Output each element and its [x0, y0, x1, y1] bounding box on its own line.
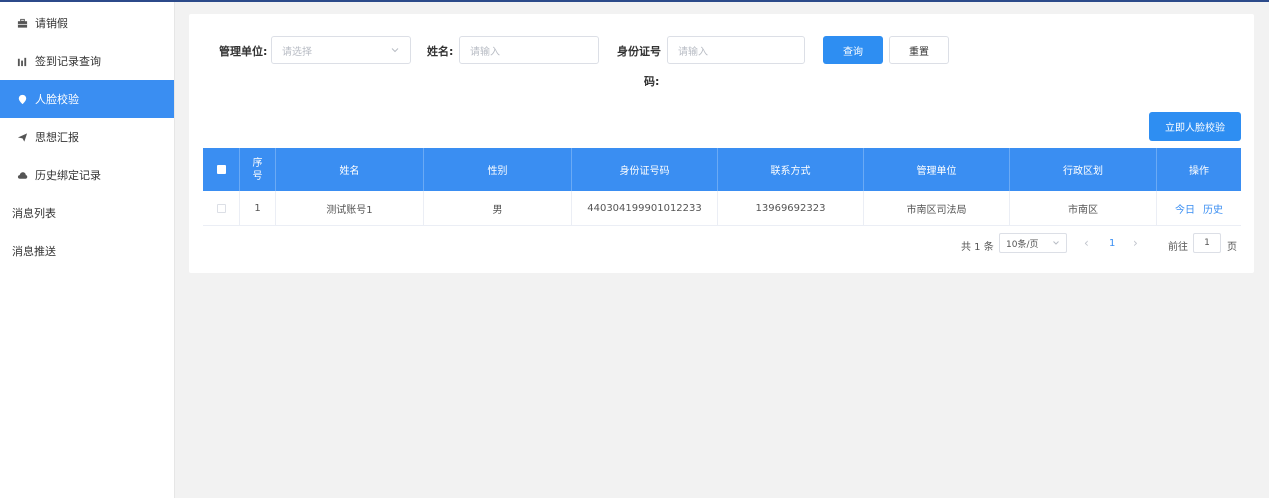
page-size-value: 10条/页 [1006, 239, 1039, 250]
face-verify-now-button[interactable]: 立即人脸校验 [1149, 112, 1241, 141]
checkbox-icon [216, 165, 226, 174]
goto-label: 前往 [1168, 242, 1188, 253]
briefcase-icon [16, 17, 28, 29]
page-suffix: 页 [1227, 242, 1237, 253]
sidebar: 请销假 签到记录查询 人脸校验 思想汇报 历史绑定记录 消息列表 消息推送 [0, 2, 175, 498]
sidebar-item-checkin-records[interactable]: 签到记录查询 [0, 42, 174, 80]
sidebar-item-label: 消息列表 [12, 207, 56, 220]
cell-district: 市南区 [1010, 191, 1157, 225]
next-page-button[interactable]: › [1133, 236, 1138, 250]
location-pin-icon [16, 93, 28, 105]
header-operation: 操作 [1189, 166, 1209, 177]
name-input[interactable]: 请输入 [459, 36, 599, 64]
cell-name: 测试账号1 [276, 191, 424, 225]
checkbox-icon [216, 203, 226, 213]
sidebar-item-label: 思想汇报 [35, 131, 79, 144]
today-link[interactable]: 今日 [1175, 201, 1195, 216]
unit-select-placeholder: 请选择 [282, 46, 312, 58]
cell-id-number: 440304199901012233 [572, 191, 718, 225]
header-unit: 管理单位 [864, 148, 1010, 191]
header-index-line2: 号 [252, 170, 263, 182]
header-contact: 联系方式 [718, 148, 864, 191]
sidebar-item-label: 签到记录查询 [35, 55, 101, 68]
goto-page-value: 1 [1204, 238, 1210, 248]
sidebar-item-message-push[interactable]: 消息推送 [0, 232, 174, 270]
header-id-number: 身份证号码 [572, 148, 718, 191]
pagination-total: 共 1 条 [961, 242, 994, 253]
goto-page-input[interactable]: 1 [1193, 233, 1221, 253]
sidebar-item-label: 历史绑定记录 [35, 169, 101, 182]
sidebar-item-label: 人脸校验 [35, 93, 79, 106]
sidebar-item-binding-history[interactable]: 历史绑定记录 [0, 156, 174, 194]
cell-operation: 今日 历史 [1157, 191, 1241, 225]
sidebar-item-label: 消息推送 [12, 245, 56, 258]
select-all-checkbox[interactable] [203, 148, 240, 191]
header-name: 姓名 [276, 148, 424, 191]
history-link[interactable]: 历史 [1203, 201, 1223, 216]
id-input-placeholder: 请输入 [678, 46, 708, 58]
table-header: 序 号 姓名 性别 身份证号码 联系方式 管理单位 行政区划 操作 [203, 148, 1241, 191]
name-input-placeholder: 请输入 [470, 46, 500, 58]
header-index: 序 号 [240, 148, 276, 191]
name-label: 姓名: [427, 45, 454, 58]
id-label-line2: 码: [644, 75, 660, 88]
sidebar-item-face-verify[interactable]: 人脸校验 [0, 80, 174, 118]
header-gender: 性别 [424, 148, 572, 191]
reset-button[interactable]: 重置 [889, 36, 949, 64]
app-root: 请销假 签到记录查询 人脸校验 思想汇报 历史绑定记录 消息列表 消息推送 管理… [0, 0, 1269, 498]
unit-label: 管理单位: [219, 45, 268, 58]
sidebar-item-label: 请销假 [35, 17, 68, 30]
cell-gender: 男 [424, 191, 572, 225]
page-number-current[interactable]: 1 [1109, 238, 1115, 249]
main-card: 管理单位: 请选择 姓名: 请输入 身份证号 码: 请输入 查询 重置 立即人脸… [189, 14, 1254, 273]
header-district: 行政区划 [1010, 148, 1157, 191]
sidebar-item-message-list[interactable]: 消息列表 [0, 194, 174, 232]
sidebar-item-thought-report[interactable]: 思想汇报 [0, 118, 174, 156]
send-icon [16, 131, 28, 143]
cell-contact: 13969692323 [718, 191, 864, 225]
header-index-line1: 序 [252, 157, 263, 169]
chevron-down-icon [1052, 239, 1060, 247]
prev-page-button[interactable]: ‹ [1084, 236, 1089, 250]
query-button[interactable]: 查询 [823, 36, 883, 64]
chevron-down-icon [390, 45, 400, 55]
cell-index: 1 [240, 191, 276, 225]
row-checkbox[interactable] [203, 191, 240, 225]
table-row: 1 测试账号1 男 440304199901012233 13969692323… [203, 191, 1241, 226]
id-number-input[interactable]: 请输入 [667, 36, 805, 64]
sidebar-item-leave[interactable]: 请销假 [0, 4, 174, 42]
cloud-icon [16, 169, 28, 181]
unit-select[interactable]: 请选择 [271, 36, 411, 64]
id-label-line1: 身份证号 [617, 45, 661, 58]
page-size-select[interactable]: 10条/页 [999, 233, 1067, 253]
top-strip [0, 0, 1269, 2]
cell-unit: 市南区司法局 [864, 191, 1010, 225]
bar-chart-icon [16, 55, 28, 67]
